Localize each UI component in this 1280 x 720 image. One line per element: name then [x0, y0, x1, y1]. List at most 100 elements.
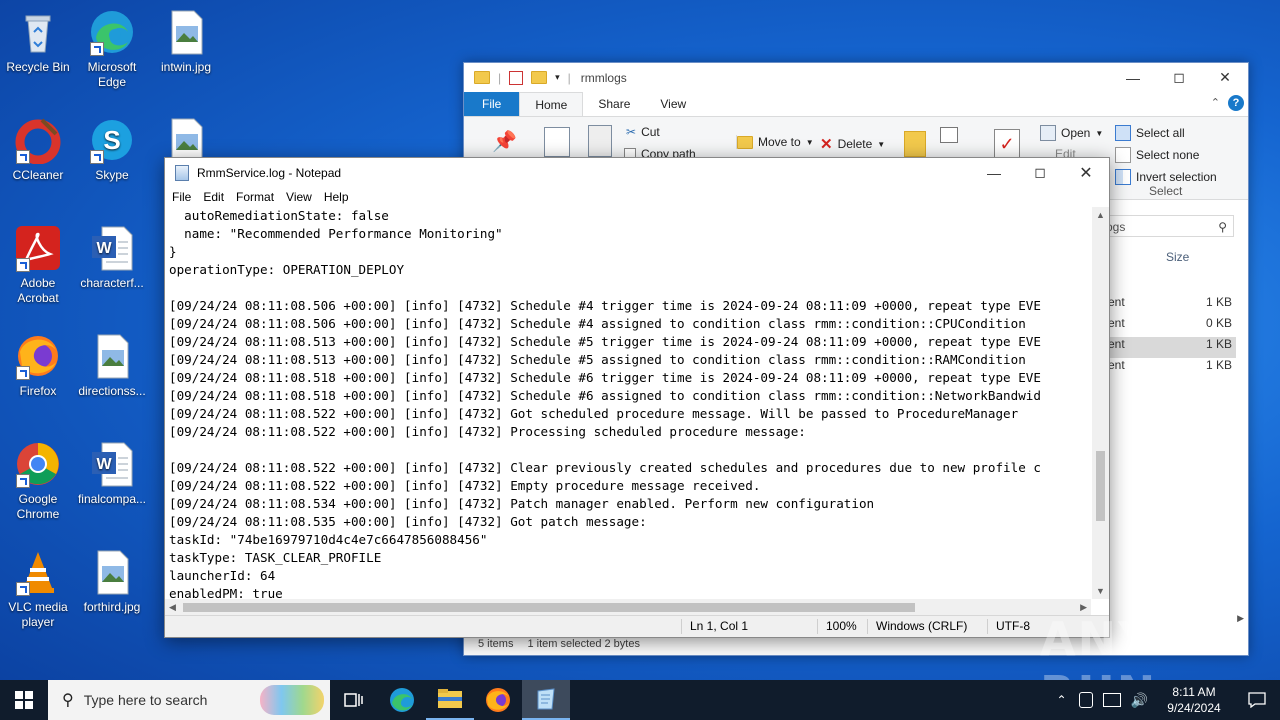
status-selection: 1 item selected 2 bytes: [527, 638, 640, 650]
file-size: 1 KB: [1205, 295, 1232, 309]
vertical-scrollbar[interactable]: ▲ ▼: [1092, 207, 1109, 599]
select-none-button[interactable]: Select none: [1115, 147, 1199, 163]
desktop-icon-finalcompa[interactable]: W finalcompa...: [74, 440, 150, 507]
log-line: [09/24/24 08:11:08.518 +00:00] [info] [4…: [169, 370, 1041, 385]
task-view-button[interactable]: [330, 680, 378, 720]
start-button[interactable]: [0, 680, 48, 720]
svg-text:W: W: [96, 240, 112, 257]
desktop-icon-label: Firefox: [19, 384, 57, 398]
properties-icon[interactable]: [509, 70, 524, 85]
shortcut-arrow-icon: [90, 150, 104, 164]
invert-selection-button[interactable]: Invert selection: [1115, 169, 1217, 185]
horizontal-scroll-thumb[interactable]: [183, 603, 915, 612]
select-all-button[interactable]: Select all: [1115, 125, 1185, 141]
new-item-icon[interactable]: [940, 127, 958, 143]
move-to-button[interactable]: Move to ▼: [736, 135, 814, 149]
close-button[interactable]: ✕: [1063, 158, 1109, 187]
customize-qa-icon[interactable]: ▾: [555, 72, 560, 83]
vlc-icon: [14, 548, 62, 596]
vertical-scroll-thumb[interactable]: [1096, 451, 1105, 521]
taskbar-notepad[interactable]: [522, 680, 570, 720]
chrome-icon: [14, 440, 62, 488]
menu-format[interactable]: Format: [230, 190, 280, 204]
horizontal-scrollbar[interactable]: ◀ ▶: [165, 599, 1091, 616]
tab-share[interactable]: Share: [583, 92, 645, 116]
scroll-up-arrow-icon[interactable]: ▲: [1096, 210, 1105, 220]
taskbar-file-explorer[interactable]: [426, 680, 474, 720]
desktop-icon-intwin[interactable]: intwin.jpg: [148, 8, 224, 75]
search-icon: ⚲: [62, 692, 74, 709]
maximize-button[interactable]: ◻: [1017, 158, 1063, 187]
desktop-icon-firefox[interactable]: Firefox: [0, 332, 76, 399]
scroll-down-arrow-icon[interactable]: ▼: [1096, 586, 1105, 596]
file-row[interactable]: ent 1 KB: [1108, 358, 1236, 379]
desktop-icon-label: Google Chrome: [16, 492, 60, 521]
paste-icon[interactable]: [588, 125, 612, 157]
desktop-icon-skype[interactable]: S Skype: [74, 116, 150, 183]
desktop-icon-acrobat[interactable]: Adobe Acrobat: [0, 224, 76, 306]
notepad-text-area[interactable]: autoRemediationState: false name: "Recom…: [165, 207, 1091, 599]
delete-label: Delete: [837, 137, 873, 151]
file-row-selected[interactable]: ent 1 KB: [1108, 337, 1236, 358]
file-row[interactable]: ent 1 KB: [1108, 295, 1236, 316]
tab-home[interactable]: Home: [519, 91, 584, 117]
show-hidden-icons-icon[interactable]: ⌃: [1057, 693, 1067, 707]
file-type: ent: [1108, 337, 1125, 351]
select-group-label: Select: [1149, 184, 1183, 198]
file-type: ent: [1108, 358, 1125, 372]
volume-icon[interactable]: 🔊: [1131, 692, 1148, 709]
column-header-size[interactable]: Size: [1166, 250, 1189, 264]
explorer-titlebar[interactable]: | ▾ | rmmlogs — ◻ ✕: [464, 63, 1248, 92]
notepad-titlebar[interactable]: RmmService.log - Notepad — ◻ ✕: [165, 158, 1109, 187]
desktop-icon-characterf[interactable]: W characterf...: [74, 224, 150, 291]
log-line: launcherId: 64: [169, 568, 276, 583]
menu-view[interactable]: View: [280, 190, 318, 204]
status-line-ending: Windows (CRLF): [867, 619, 967, 634]
menu-help[interactable]: Help: [318, 190, 355, 204]
minimize-button[interactable]: —: [971, 158, 1017, 187]
windows-logo-icon: [15, 691, 33, 709]
properties-button[interactable]: ✓: [994, 129, 1020, 159]
taskbar-search-box[interactable]: ⚲ Type here to search: [48, 680, 330, 720]
menu-file[interactable]: File: [166, 190, 197, 204]
scissors-icon: ✂: [626, 125, 637, 139]
desktop-icon-vlc[interactable]: VLC media player: [0, 548, 76, 630]
tab-file[interactable]: File: [464, 92, 520, 116]
explorer-window-controls: — ◻ ✕: [1110, 63, 1248, 92]
desktop-icon-ccleaner[interactable]: CCleaner: [0, 116, 76, 183]
maximize-button[interactable]: ◻: [1156, 63, 1202, 92]
desktop-icon-forthird[interactable]: forthird.jpg: [74, 548, 150, 615]
desktop-icon-directionss[interactable]: directionss...: [74, 332, 150, 399]
explorer-search-box[interactable]: ogs ⚲: [1102, 215, 1234, 237]
minimize-button[interactable]: —: [1110, 63, 1156, 92]
copy-icon[interactable]: [544, 127, 570, 157]
new-folder-icon[interactable]: [531, 71, 548, 84]
help-icon[interactable]: ?: [1228, 95, 1244, 111]
new-folder-button[interactable]: [904, 131, 926, 157]
delete-button[interactable]: ✕ Delete ▼: [820, 135, 885, 153]
file-list: ent 1 KB ent 0 KB ent 1 KB ent 1 KB: [1108, 295, 1236, 379]
pin-quick-access-icon[interactable]: 📌: [492, 129, 517, 154]
notepad-menubar: File Edit Format View Help: [165, 187, 1109, 207]
collapse-ribbon-icon[interactable]: ⌃: [1211, 96, 1220, 109]
cut-button[interactable]: ✂ Cut: [626, 125, 660, 139]
network-security-icon[interactable]: [1078, 692, 1093, 708]
desktop-icon-chrome[interactable]: Google Chrome: [0, 440, 76, 522]
desktop-icon-edge[interactable]: Microsoft Edge: [74, 8, 150, 90]
open-button[interactable]: Open ▼: [1040, 125, 1103, 141]
notepad-window[interactable]: RmmService.log - Notepad — ◻ ✕ File Edit…: [164, 157, 1110, 638]
file-row[interactable]: ent 0 KB: [1108, 316, 1236, 337]
tab-view[interactable]: View: [645, 92, 701, 116]
dropdown-arrow-icon: ▼: [877, 139, 886, 149]
taskbar-firefox[interactable]: [474, 680, 522, 720]
taskbar-edge[interactable]: [378, 680, 426, 720]
desktop-icon-recycle-bin[interactable]: Recycle Bin: [0, 8, 76, 75]
notification-center-icon[interactable]: [1234, 692, 1280, 708]
close-button[interactable]: ✕: [1202, 63, 1248, 92]
shortcut-arrow-icon: [16, 582, 30, 596]
network-icon[interactable]: [1102, 693, 1121, 707]
taskbar-clock[interactable]: 8:11 AM 9/24/2024: [1154, 684, 1234, 716]
scroll-left-arrow-icon[interactable]: ◀: [169, 602, 176, 613]
desktop-icon-label: Recycle Bin: [6, 60, 70, 74]
menu-edit[interactable]: Edit: [197, 190, 230, 204]
